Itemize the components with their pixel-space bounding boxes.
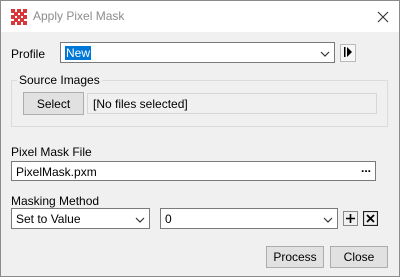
profile-label: Profile [11, 47, 46, 61]
add-value-button[interactable] [343, 211, 358, 226]
pixel-mask-file-value: PixelMask.pxm [16, 165, 97, 179]
source-files-text: [No files selected] [93, 97, 188, 111]
masking-method-value: Set to Value [16, 212, 81, 226]
remove-value-button[interactable] [362, 210, 379, 229]
mask-value-combo[interactable]: 0 [160, 208, 338, 229]
window-title: Apply Pixel Mask [33, 9, 125, 23]
chevron-down-icon [135, 214, 145, 224]
title-bar: Apply Pixel Mask [1, 1, 399, 32]
masking-method-combo[interactable]: Set to Value [11, 208, 150, 229]
pixel-mask-file-label: Pixel Mask File [11, 145, 92, 159]
mask-value: 0 [165, 212, 172, 226]
process-button-label: Process [273, 250, 317, 264]
process-button[interactable]: Process [266, 246, 324, 268]
run-profile-button[interactable] [340, 44, 356, 62]
profile-combo[interactable]: New [60, 42, 335, 63]
close-button[interactable]: Close [330, 246, 388, 268]
browse-button[interactable]: ... [358, 162, 374, 178]
play-icon [343, 46, 353, 61]
plus-icon [343, 211, 358, 229]
select-button[interactable]: Select [23, 92, 84, 115]
x-icon [362, 210, 379, 229]
masking-method-label: Masking Method [11, 194, 100, 208]
mask-grid-icon [11, 9, 27, 25]
dialog-window: Apply Pixel Mask Profile New Source Imag… [0, 0, 400, 277]
chevron-down-icon [323, 214, 333, 224]
chevron-down-icon [320, 48, 330, 58]
close-icon[interactable] [373, 7, 393, 27]
close-button-label: Close [343, 250, 375, 264]
pixel-mask-file-field[interactable]: PixelMask.pxm [11, 161, 376, 181]
profile-value: New [65, 46, 92, 60]
select-button-label: Select [36, 96, 71, 111]
source-images-label: Source Images [17, 73, 102, 87]
source-files-field: [No files selected] [87, 93, 377, 114]
